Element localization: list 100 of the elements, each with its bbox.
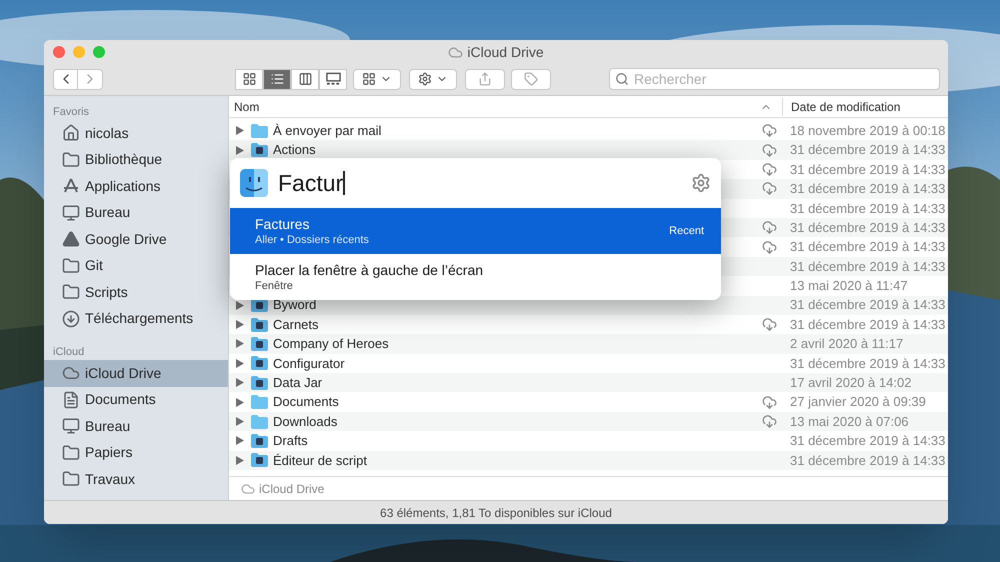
home-icon [62,124,80,142]
file-name: Éditeur de script [273,452,367,470]
modified-date: 31 décembre 2019 à 14:33 [789,160,946,179]
file-row[interactable]: Actions 31 décembre 2019 à 14:33 [229,140,948,160]
sidebar-item[interactable]: nicolas [44,120,228,146]
folder-icon [62,283,80,302]
file-row[interactable]: Company of Heroes 2 avril 2020 à 11:17 [229,334,948,354]
monitor-icon [62,417,80,436]
result-title: Placer la fenêtre à gauche de l’écran [255,261,484,279]
folder-icon [62,470,80,488]
disclosure-icon[interactable] [236,126,244,136]
close-button[interactable] [53,46,65,58]
sidebar-item[interactable]: iCloud Drive [44,360,228,386]
cloud-download-icon[interactable] [760,240,778,255]
cloud-icon [241,482,255,496]
search-icon [615,72,629,86]
result-title: Factures [255,215,310,233]
file-name: À envoyer par mail [273,122,382,140]
cloud-download-icon[interactable] [760,162,778,177]
result-category: Recent [669,224,704,239]
modified-date: 13 mai 2020 à 07:06 [789,412,910,431]
modified-date: 18 novembre 2019 à 00:18 [789,122,946,140]
modified-date: 31 décembre 2019 à 14:33 [789,200,946,218]
cloud-download-icon[interactable] [760,220,778,236]
cloud-download-icon[interactable] [760,394,778,410]
file-row[interactable]: Downloads 13 mai 2020 à 07:06 [229,412,948,432]
disclosure-icon[interactable] [236,398,244,407]
view-icon [270,72,284,86]
modified-date: 2 avril 2020 à 11:17 [789,335,904,354]
column-view-button[interactable] [291,68,319,90]
file-row[interactable]: Carnets 31 décembre 2019 à 14:33 [229,314,948,334]
modified-date: 31 décembre 2019 à 14:33 [789,141,946,160]
sidebar-item[interactable]: Bibliothèque [44,146,228,173]
gear-icon [418,72,432,86]
app-folder-icon [251,376,268,390]
cloud-download-icon[interactable] [760,123,778,138]
download-icon [62,310,80,328]
launcher-result[interactable]: Placer la fenêtre à gauche de l’écran Fenêtre [230,254,721,300]
action-button[interactable] [409,68,457,90]
sidebar-item[interactable]: Documents [44,386,228,413]
sidebar-item[interactable]: Téléchargements [44,306,228,332]
column-header[interactable]: Nom [229,98,760,116]
disclosure-icon[interactable] [236,358,244,368]
app-folder-icon [251,318,268,332]
file-row[interactable]: Configurator 31 décembre 2019 à 14:33 [229,354,948,374]
disclosure-icon[interactable] [236,378,244,388]
modified-date: 31 décembre 2019 à 14:33 [789,180,946,198]
tag-icon [524,72,538,86]
modified-date: 31 décembre 2019 à 14:33 [789,218,946,237]
window-title: iCloud Drive [467,42,544,62]
launcher-result[interactable]: Factures Aller • Dossiers récents Recent [230,208,721,254]
sidebar-item[interactable]: Bureau [44,413,228,440]
modified-date: 31 décembre 2019 à 14:33 [789,296,946,314]
search-field[interactable]: Rechercher [609,68,940,90]
folder-icon [62,444,80,462]
sidebar-heading: Favoris [52,105,90,120]
result-subtitle: Aller • Dossiers récents [255,233,370,247]
group-button[interactable] [353,68,401,90]
list-view-button[interactable] [263,68,291,90]
back-button[interactable] [53,68,78,90]
modified-date: 31 décembre 2019 à 14:33 [789,354,946,373]
view-icon [242,72,256,86]
disclosure-icon[interactable] [236,300,244,310]
view-icon [326,72,340,86]
cloud-download-icon[interactable] [760,181,778,196]
app-folder-icon [251,336,268,351]
disclosure-icon[interactable] [236,146,244,155]
file-name: Downloads [273,412,338,431]
finder-face-icon [240,169,268,197]
cloud-download-icon[interactable] [760,414,778,430]
settings-icon[interactable] [691,173,711,193]
column-header[interactable]: Date de modification [782,98,948,116]
file-row[interactable]: Éditeur de script 31 décembre 2019 à 14:33 [229,450,948,470]
file-name: Configurator [273,354,345,373]
cloud-download-icon[interactable] [760,142,778,158]
document-icon [62,390,80,409]
sidebar-item[interactable]: Bureau [44,200,228,226]
icon-view-button[interactable] [235,68,263,90]
folder-icon [62,150,80,169]
sidebar-item[interactable]: Applications [44,173,228,200]
gallery-view-button[interactable] [319,68,347,90]
folder-icon [62,256,80,275]
app-folder-icon [251,453,268,468]
file-name: Actions [273,141,316,160]
file-name: Data Jar [273,374,322,392]
sidebar-item[interactable]: Papiers [44,440,228,466]
grid-icon [362,72,376,86]
triangle-icon [62,230,80,248]
share-icon [478,72,492,86]
search-input[interactable]: Factur [278,166,691,200]
cloud-download-icon[interactable] [760,317,778,332]
sidebar-item[interactable]: Google Drive [44,226,228,252]
file-row[interactable]: Data Jar 17 avril 2020 à 14:02 [229,373,948,392]
file-row[interactable]: À envoyer par mail 18 novembre 2019 à 00:18 [229,121,948,140]
sidebar-item[interactable]: Git [44,252,228,279]
disclosure-icon[interactable] [236,456,244,465]
sidebar-item[interactable]: Scripts [44,279,228,306]
modified-date: 31 décembre 2019 à 14:33 [789,452,946,470]
modified-date: 17 avril 2020 à 14:02 [789,374,912,392]
sidebar-item[interactable]: Travaux [44,466,228,492]
